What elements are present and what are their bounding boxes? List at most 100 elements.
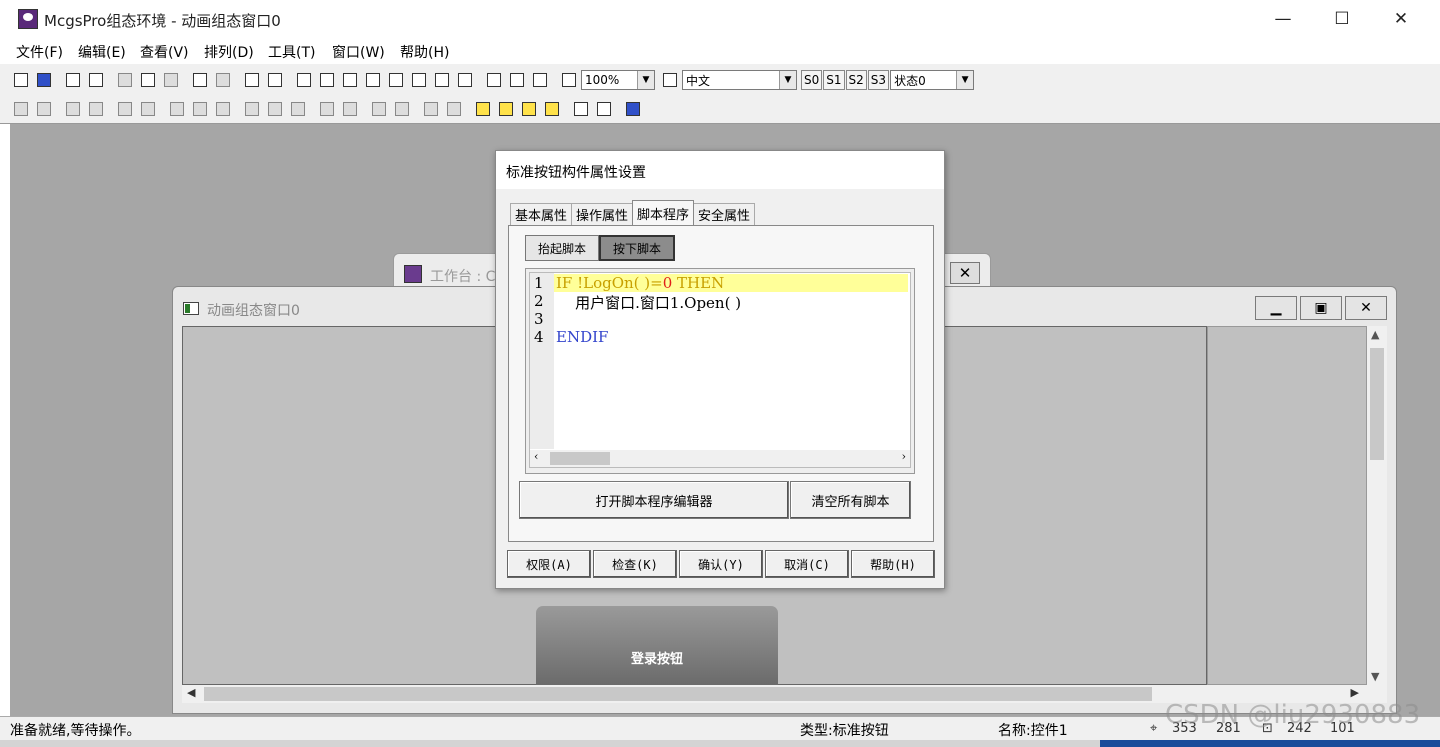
align-top-icon[interactable] bbox=[62, 98, 84, 120]
center-v-icon[interactable] bbox=[287, 98, 309, 120]
menu-view[interactable]: 查看(V) bbox=[140, 42, 189, 62]
menu-tools[interactable]: 工具(T) bbox=[268, 42, 315, 62]
lock-icon[interactable] bbox=[570, 98, 592, 120]
line-color-icon[interactable] bbox=[316, 69, 338, 91]
rotate-right-icon[interactable] bbox=[339, 98, 361, 120]
clear-scripts-button[interactable]: 清空所有脚本 bbox=[790, 481, 911, 519]
scroll-thumb[interactable] bbox=[204, 687, 1152, 701]
close-button[interactable]: ✕ bbox=[1372, 0, 1430, 38]
menu-arrange[interactable]: 排列(D) bbox=[204, 42, 254, 62]
tab-operation[interactable]: 操作属性 bbox=[571, 203, 634, 225]
state-button-s0[interactable]: S0 bbox=[801, 70, 823, 90]
text-icon[interactable] bbox=[454, 69, 476, 91]
menu-window[interactable]: 窗口(W) bbox=[332, 42, 385, 62]
help-button[interactable]: 帮助(H) bbox=[851, 550, 935, 578]
align-left-icon[interactable] bbox=[10, 98, 32, 120]
send-back-icon[interactable] bbox=[495, 98, 517, 120]
grid-dots-icon[interactable] bbox=[622, 98, 644, 120]
check-button[interactable]: 检查(K) bbox=[593, 550, 677, 578]
center-icon[interactable] bbox=[241, 98, 263, 120]
maximize-button[interactable]: ☐ bbox=[1313, 0, 1371, 38]
align-vcenter-icon[interactable] bbox=[114, 98, 136, 120]
anim-maximize-button[interactable]: ▣ bbox=[1300, 296, 1342, 320]
state-button-s1[interactable]: S1 bbox=[823, 70, 845, 90]
anchor-icon[interactable] bbox=[593, 98, 615, 120]
state-button-s2[interactable]: S2 bbox=[845, 70, 867, 90]
save-icon[interactable] bbox=[33, 69, 55, 91]
rotate-left-icon[interactable] bbox=[316, 98, 338, 120]
chevron-right-icon[interactable]: ▶ bbox=[1351, 686, 1359, 699]
language-combo[interactable]: 中文 ▼ bbox=[682, 70, 797, 90]
help-icon[interactable] bbox=[558, 69, 580, 91]
undo-icon[interactable] bbox=[189, 69, 211, 91]
tab-basic[interactable]: 基本属性 bbox=[510, 203, 573, 225]
language-icon[interactable] bbox=[659, 69, 681, 91]
workbench-close-button[interactable]: ✕ bbox=[950, 262, 980, 284]
anim-minimize-button[interactable]: ▁ bbox=[1255, 296, 1297, 320]
menu-edit[interactable]: 编辑(E) bbox=[78, 42, 126, 62]
state-button-s3[interactable]: S3 bbox=[867, 70, 890, 90]
align-bottom-icon[interactable] bbox=[85, 98, 107, 120]
chevron-right-icon[interactable]: › bbox=[902, 450, 906, 463]
send-backward-icon[interactable] bbox=[541, 98, 563, 120]
confirm-button[interactable]: 确认(Y) bbox=[679, 550, 763, 578]
print-icon[interactable] bbox=[62, 69, 84, 91]
center-h-icon[interactable] bbox=[264, 98, 286, 120]
login-button[interactable]: 登录按钮 bbox=[536, 606, 778, 686]
tab-security[interactable]: 安全属性 bbox=[693, 203, 756, 225]
grid-icon[interactable] bbox=[431, 69, 453, 91]
code-line[interactable]: 4 ENDIF bbox=[530, 328, 908, 346]
cut-icon[interactable] bbox=[114, 69, 136, 91]
bring-front-icon[interactable] bbox=[472, 98, 494, 120]
chevron-up-icon[interactable]: ▲ bbox=[1371, 328, 1379, 341]
menu-file[interactable]: 文件(F) bbox=[16, 42, 63, 62]
align-right-icon[interactable] bbox=[33, 98, 55, 120]
flip-v-icon[interactable] bbox=[391, 98, 413, 120]
chevron-down-icon[interactable]: ▼ bbox=[779, 71, 796, 89]
code-line[interactable]: 3 bbox=[530, 310, 908, 328]
anim-close-button[interactable]: ✕ bbox=[1345, 296, 1387, 320]
vertical-scrollbar[interactable]: ▲ ▼ bbox=[1367, 326, 1387, 685]
zoom-combo[interactable]: 100% ▼ bbox=[581, 70, 655, 90]
bring-forward-icon[interactable] bbox=[518, 98, 540, 120]
chevron-down-icon[interactable]: ▼ bbox=[637, 71, 654, 89]
cancel-button[interactable]: 取消(C) bbox=[765, 550, 849, 578]
line-style-icon[interactable] bbox=[385, 69, 407, 91]
scroll-thumb[interactable] bbox=[550, 452, 610, 465]
open-script-editor-button[interactable]: 打开脚本程序编辑器 bbox=[519, 481, 789, 519]
properties-icon[interactable] bbox=[483, 69, 505, 91]
font-icon[interactable] bbox=[362, 69, 384, 91]
font-color-icon[interactable] bbox=[339, 69, 361, 91]
same-width-icon[interactable] bbox=[212, 98, 234, 120]
scroll-thumb[interactable] bbox=[1370, 348, 1384, 460]
code-line[interactable]: 2 用户窗口.窗口1.Open( ) bbox=[530, 292, 908, 312]
ungroup-icon[interactable] bbox=[443, 98, 465, 120]
line-width-icon[interactable] bbox=[408, 69, 430, 91]
print-preview-icon[interactable] bbox=[85, 69, 107, 91]
layers-icon[interactable] bbox=[264, 69, 286, 91]
same-height-icon[interactable] bbox=[189, 98, 211, 120]
new-icon[interactable] bbox=[10, 69, 32, 91]
minimize-button[interactable]: — bbox=[1254, 0, 1312, 38]
fill-color-icon[interactable] bbox=[293, 69, 315, 91]
flip-h-icon[interactable] bbox=[368, 98, 390, 120]
redo-icon[interactable] bbox=[212, 69, 234, 91]
editor-hscrollbar[interactable]: ‹ › bbox=[530, 450, 910, 467]
permission-button[interactable]: 权限(A) bbox=[507, 550, 591, 578]
chevron-down-icon[interactable]: ▼ bbox=[956, 71, 974, 89]
chevron-left-icon[interactable]: ◀ bbox=[187, 686, 195, 699]
tools-icon[interactable] bbox=[241, 69, 263, 91]
list-icon[interactable] bbox=[529, 69, 551, 91]
subtab-press-script[interactable]: 按下脚本 bbox=[599, 235, 676, 261]
chevron-left-icon[interactable]: ‹ bbox=[534, 450, 538, 463]
code-line[interactable]: 1 IF !LogOn( )=0 THEN bbox=[530, 274, 908, 292]
copy-icon[interactable] bbox=[137, 69, 159, 91]
subtab-release-script[interactable]: 抬起脚本 bbox=[525, 235, 600, 261]
check-icon[interactable] bbox=[506, 69, 528, 91]
state-combo[interactable]: 状态0 ▼ bbox=[890, 70, 975, 90]
tab-script[interactable]: 脚本程序 bbox=[632, 200, 695, 225]
chevron-down-icon[interactable]: ▼ bbox=[1371, 670, 1379, 683]
same-size-icon[interactable] bbox=[166, 98, 188, 120]
script-editor[interactable]: 1 IF !LogOn( )=0 THEN 2 用户窗口.窗口1.Open( )… bbox=[529, 272, 911, 468]
align-hcenter-icon[interactable] bbox=[137, 98, 159, 120]
